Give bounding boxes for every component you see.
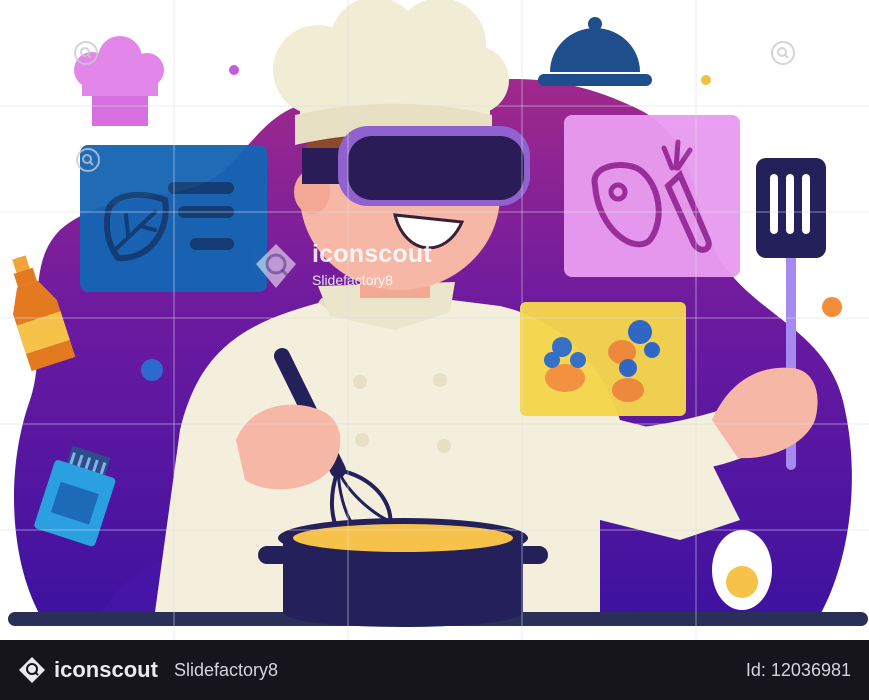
watermark-author: Slidefactory8: [312, 272, 393, 288]
watermark-brand: iconscout: [312, 240, 432, 268]
vegetables-panel-icon: [520, 302, 686, 416]
footer-brand[interactable]: iconscout: [54, 657, 158, 683]
magnifier-icon: [76, 148, 100, 172]
footer-asset-id: Id: 12036981: [745, 660, 851, 680]
magnifier-icon: [74, 41, 98, 65]
food-cloche-icon: [538, 17, 652, 86]
illustration: [0, 0, 869, 640]
center-watermark: iconscout Slidefactory8: [252, 240, 462, 294]
leaf-recipe-panel-icon: [80, 145, 267, 292]
cooking-pot-icon: [258, 518, 548, 627]
meat-carrot-panel-icon: [564, 115, 740, 277]
iconscout-logo-icon: [256, 244, 296, 288]
magnifier-icon: [771, 41, 795, 65]
footer-author[interactable]: Slidefactory8: [174, 660, 278, 681]
footer-bar: iconscout Slidefactory8 Id: 12036981: [0, 640, 869, 700]
chef-toque: [273, 0, 509, 145]
iconscout-logo-icon: [19, 657, 45, 683]
boiled-egg-icon: [712, 530, 772, 610]
